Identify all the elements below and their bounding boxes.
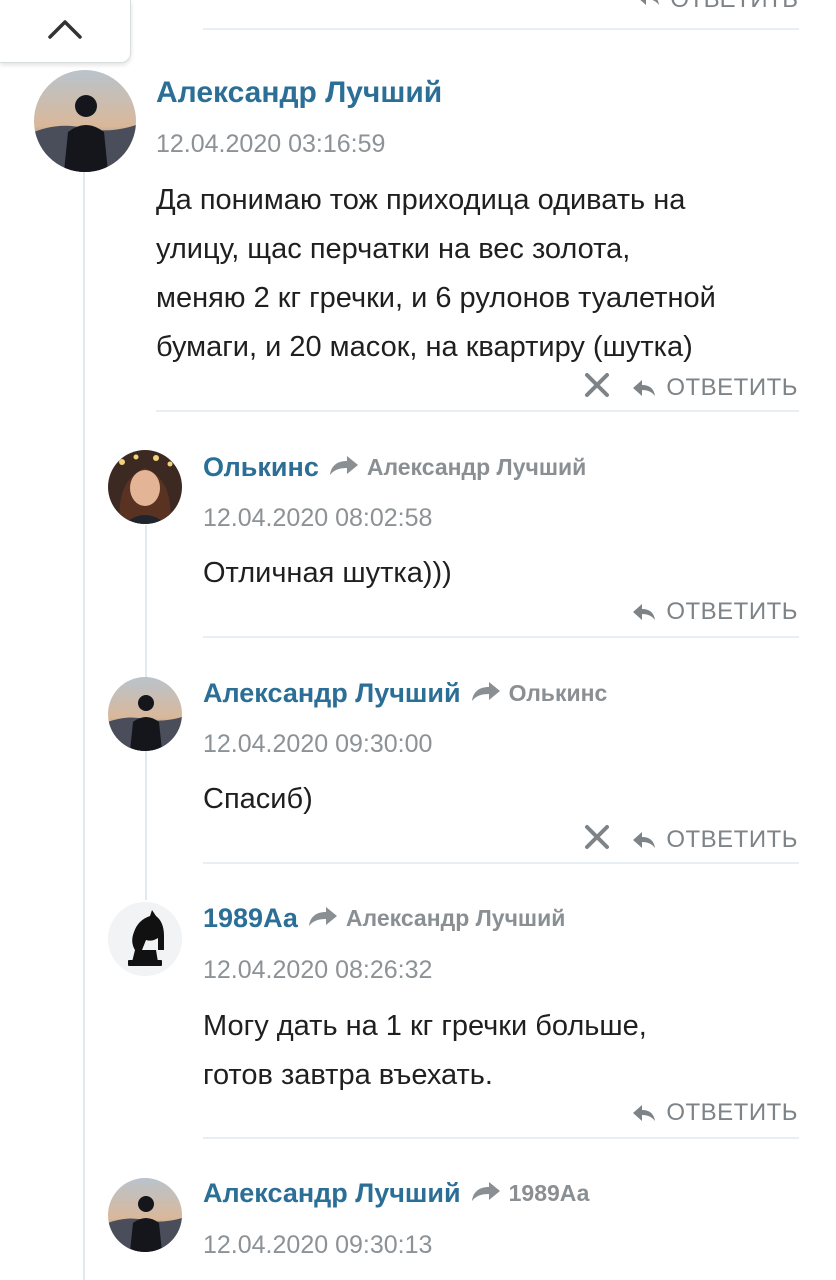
reply-to-arrow-icon [471, 1180, 501, 1207]
delete-icon[interactable] [584, 824, 610, 855]
comment-date: 12.04.2020 03:16:59 [156, 130, 386, 158]
comment-text-line: Отличная шутка))) [203, 557, 452, 589]
comment-text-line: готов завтра въехать. [203, 1059, 493, 1091]
reply-button[interactable]: ОТВЕТИТЬ [632, 374, 798, 402]
comment-author[interactable]: Александр Лучший [203, 1178, 461, 1209]
divider [203, 636, 799, 638]
comment-text-line: Спасиб) [203, 783, 313, 815]
comment-author[interactable]: Александр Лучший [203, 678, 461, 709]
divider [203, 862, 799, 864]
reply-icon [633, 831, 656, 848]
chess-knight-icon [108, 902, 182, 976]
comment-text: Отличная шутка))) [203, 551, 452, 595]
comment-text: Спасиб) [203, 777, 313, 821]
comment-date: 12.04.2020 09:30:13 [203, 1231, 433, 1259]
reply-to-arrow-icon [471, 680, 501, 707]
reply-icon [633, 604, 656, 620]
delete-icon[interactable] [584, 372, 610, 403]
divider [156, 410, 799, 412]
reply-target[interactable]: Александр Лучший [346, 905, 565, 932]
reply-button[interactable]: ОТВЕТИТЬ [632, 1099, 798, 1127]
thread-line [83, 170, 85, 1280]
comment-date: 12.04.2020 08:26:32 [203, 956, 433, 984]
comment-author[interactable]: Александр Лучший [156, 76, 442, 110]
reply-label: ОТВЕТИТЬ [666, 1099, 798, 1126]
comment-date: 12.04.2020 08:02:58 [203, 504, 433, 532]
comment-text-line: Могу дать на 1 кг гречки больше, [203, 1010, 647, 1042]
reply-button[interactable]: ОТВЕТИТЬ [632, 598, 798, 626]
reply-target[interactable]: Олькинс [509, 680, 608, 707]
reply-label: ОТВЕТИТЬ [666, 598, 798, 625]
comment-text-line: Да понимаю тож приходица одивать на [156, 184, 686, 216]
avatar[interactable] [34, 70, 136, 172]
comment-text-line: меняю 2 кг гречки, и 6 рулонов туалетной [156, 282, 716, 314]
reply-icon [633, 379, 656, 396]
reply-label: ОТВЕТИТЬ [666, 825, 798, 853]
chevron-up-icon [47, 18, 83, 45]
comment-date: 12.04.2020 09:30:00 [203, 730, 433, 758]
avatar[interactable] [108, 902, 182, 976]
comment-author[interactable]: Олькинс [203, 452, 319, 483]
reply-button[interactable]: ОТВЕТИТЬ [636, 0, 798, 14]
reply-icon [636, 0, 670, 14]
scroll-to-top-button[interactable] [0, 0, 131, 63]
avatar[interactable] [108, 677, 182, 751]
comment-text: Да понимаю тож приходица одивать на улиц… [156, 176, 716, 372]
avatar[interactable] [108, 1178, 182, 1252]
reply-label: ОТВЕТИТЬ [666, 373, 798, 401]
reply-icon [633, 1105, 656, 1121]
comment-text-line: улицу, щас перчатки на вес золота, [156, 233, 631, 265]
reply-label: ОТВЕТИТЬ [670, 0, 798, 14]
reply-to-arrow-icon [308, 905, 338, 932]
comment-author[interactable]: 1989Аа [203, 903, 298, 934]
comment-text-line: бумаги, и 20 масок, на квартиру (шутка) [156, 331, 693, 363]
reply-to-arrow-icon [329, 454, 359, 481]
avatar[interactable] [108, 450, 182, 524]
reply-target[interactable]: Александр Лучший [367, 454, 586, 481]
divider [203, 1137, 799, 1139]
divider [203, 28, 799, 30]
reply-button[interactable]: ОТВЕТИТЬ [632, 826, 798, 854]
reply-target[interactable]: 1989Аа [509, 1180, 590, 1207]
comment-text: Могу дать на 1 кг гречки больше, готов з… [203, 1002, 647, 1100]
